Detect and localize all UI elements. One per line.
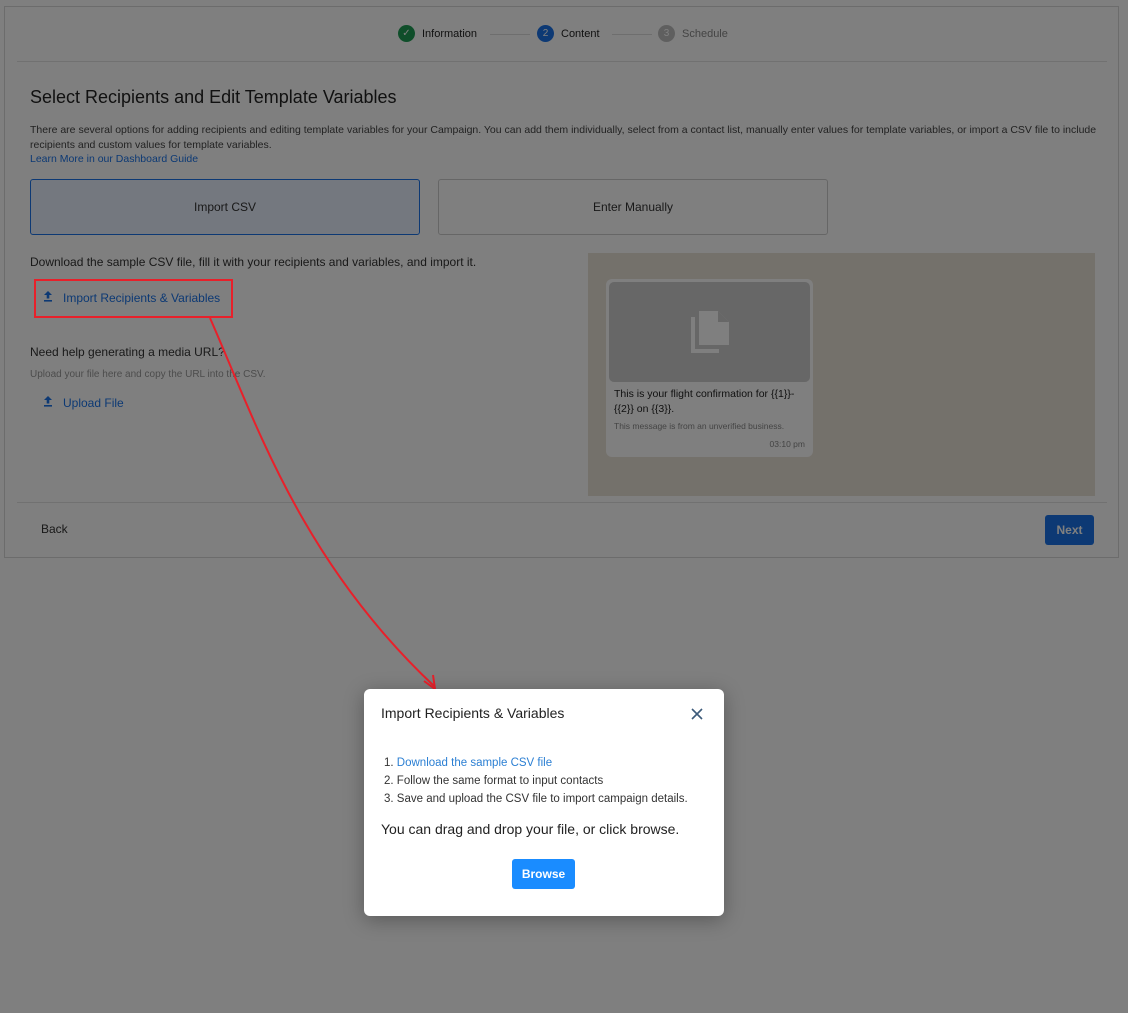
modal-title: Import Recipients & Variables: [381, 705, 565, 721]
modal-steps: 1. Download the sample CSV file 2. Follo…: [384, 754, 688, 808]
step-number: 1.: [384, 757, 394, 769]
download-sample-csv-link[interactable]: Download the sample CSV file: [397, 757, 552, 769]
modal-step-item: 2. Follow the same format to input conta…: [384, 772, 688, 790]
step-number: 2.: [384, 775, 394, 787]
step-number: 3.: [384, 793, 394, 805]
modal-step-item: 3. Save and upload the CSV file to impor…: [384, 790, 688, 808]
import-modal: Import Recipients & Variables 1. Downloa…: [364, 689, 724, 916]
step-text: Follow the same format to input contacts: [396, 775, 604, 787]
modal-step-item: 1. Download the sample CSV file: [384, 754, 688, 772]
browse-button[interactable]: Browse: [512, 859, 575, 889]
step-text: Save and upload the CSV file to import c…: [396, 793, 688, 805]
drag-drop-text: You can drag and drop your file, or clic…: [381, 821, 680, 837]
close-icon[interactable]: [688, 705, 706, 723]
